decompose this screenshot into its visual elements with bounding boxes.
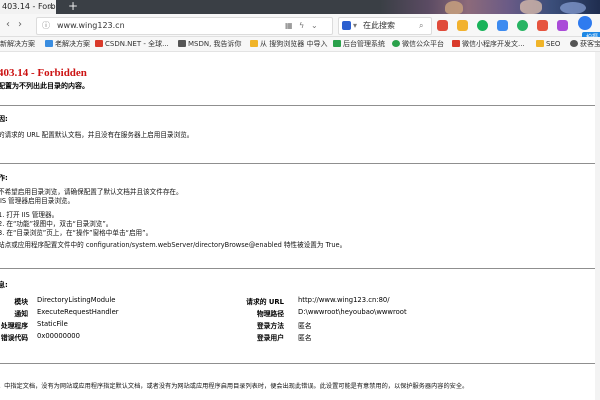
wechat-icon — [392, 40, 400, 47]
bookmark-item[interactable]: 老解决方案 — [45, 37, 90, 51]
bookmark-folder-icon — [45, 40, 53, 47]
detail-label-error-code: 错误代码 — [0, 334, 28, 342]
divider — [0, 363, 600, 364]
divider — [0, 163, 600, 164]
bookmark-label: 微信小程序开发文... — [462, 40, 525, 48]
section-line: 3. 在“目录浏览”页上，在“操作”窗格中单击“启用”。 — [0, 229, 153, 237]
wechat-icon[interactable] — [477, 20, 488, 31]
new-tab-button[interactable]: + — [67, 0, 79, 14]
section-heading: 息: — [0, 281, 8, 289]
detail-value-error-code: 0x00000000 — [37, 332, 80, 340]
extension-red-icon[interactable] — [537, 20, 548, 31]
forward-icon[interactable]: › — [14, 14, 26, 36]
cloud-account-icon[interactable] — [578, 16, 592, 30]
tab-403-forbidden[interactable]: 403.14 - Forbidd × — [0, 0, 56, 14]
detail-value-module: DirectoryListingModule — [37, 296, 116, 304]
miniprogram-icon — [452, 40, 460, 47]
skin-character-figure — [560, 2, 586, 14]
section-line: IIS 管理器启用目录浏览。 — [0, 197, 75, 205]
bookmark-item[interactable]: 新解决方案 — [0, 37, 35, 51]
extension-red-icon[interactable] — [437, 20, 448, 31]
section-line: 站点或应用程序配置文件中的 configuration/system.webSe… — [0, 241, 347, 249]
section-heading: 因: — [0, 115, 8, 123]
bookmark-item[interactable]: 从 搜狗浏览器 中导入 — [250, 37, 327, 51]
detail-label-logon-user: 登录用户 — [256, 334, 284, 342]
divider — [0, 105, 600, 106]
bookmarks-bar: 新解决方案 老解决方案 CSDN.NET - 全球... MSDN, 我告诉你 … — [0, 37, 600, 52]
detail-label-requested-url: 请求的 URL — [246, 298, 284, 306]
bookmark-label: CSDN.NET - 全球... — [105, 40, 169, 48]
page-info-icon[interactable]: ⓘ — [42, 18, 50, 34]
bookmark-item[interactable]: MSDN, 我告诉你 — [178, 37, 242, 51]
search-engine-icon[interactable] — [342, 21, 351, 30]
search-placeholder[interactable]: 在此搜索 — [363, 18, 395, 34]
back-icon[interactable]: ‹ — [2, 14, 14, 36]
bookmark-item[interactable]: 微信小程序开发文... — [452, 37, 525, 51]
detail-label-logon-method: 登录方法 — [256, 322, 284, 330]
search-box[interactable]: ▾ 在此搜索 ⌕ — [338, 17, 432, 35]
bookmark-item[interactable]: 微信公众平台 — [392, 37, 444, 51]
address-bar[interactable]: ⓘ www.wing123.cn ▦ ϟ ⌄ — [36, 17, 333, 35]
detail-value-handler: StaticFile — [37, 320, 68, 328]
extension-green-icon[interactable] — [517, 20, 528, 31]
divider — [0, 268, 600, 269]
detail-value-notification: ExecuteRequestHandler — [37, 308, 119, 316]
footer-text: 。中指定文档，没有为网站或应用程序指定默认文档，或者没有为网站或应用程序启用目录… — [0, 383, 469, 390]
extension-purple-icon[interactable] — [557, 20, 568, 31]
skin-character-figure — [445, 1, 463, 14]
bookmark-label: 后台管理系统 — [343, 40, 385, 48]
vertical-scrollbar[interactable] — [595, 52, 600, 400]
qr-code-icon[interactable]: ▦ — [285, 18, 293, 34]
close-tab-icon[interactable]: × — [48, 0, 55, 14]
admin-icon — [333, 40, 341, 47]
browser-toolbar: ‹ › ⓘ www.wing123.cn ▦ ϟ ⌄ ▾ 在此搜索 ⌕ 拍摄上 — [0, 14, 600, 44]
url-text[interactable]: www.wing123.cn — [57, 18, 125, 34]
error-subtitle: 配置为不列出此目录的内容。 — [0, 82, 89, 90]
msdn-icon — [178, 40, 186, 47]
bookmark-item[interactable]: 获客宝 — [570, 37, 600, 51]
section-text: 的请求的 URL 配置默认文档，并且没有在服务器上启用目录浏览。 — [0, 131, 194, 139]
bookmark-site-icon — [570, 40, 578, 47]
bookmark-label: SEO — [546, 40, 561, 48]
extension-blue-icon[interactable] — [497, 20, 508, 31]
bookmark-label: 从 搜狗浏览器 中导入 — [260, 40, 328, 48]
bookmark-item[interactable]: CSDN.NET - 全球... — [95, 37, 169, 51]
bookmark-label: 老解决方案 — [55, 40, 90, 48]
bookmark-folder-icon — [536, 40, 544, 47]
bookmark-label: 新解决方案 — [0, 40, 35, 48]
bookmark-label: 获客宝 — [580, 40, 600, 48]
detail-label-module: 模块 — [14, 298, 28, 306]
skin-character-figure — [520, 0, 542, 14]
detail-value-physical-path: D:\wwwroot\heyoubao\wwwroot — [298, 308, 407, 316]
bookmark-label: MSDN, 我告诉你 — [188, 40, 242, 48]
error-title: 403.14 - Forbidden — [0, 67, 87, 79]
detail-label-notification: 通知 — [14, 310, 28, 318]
detail-value-logon-user: 匿名 — [298, 334, 312, 342]
csdn-icon — [95, 40, 103, 47]
bookmark-item[interactable]: SEO — [536, 37, 560, 51]
tab-strip: 403.14 - Forbidd × + — [0, 0, 600, 14]
dropdown-icon[interactable]: ⌄ — [311, 18, 318, 34]
bookmark-label: 微信公众平台 — [402, 40, 444, 48]
chevron-down-icon[interactable]: ▾ — [353, 18, 357, 34]
detail-value-logon-method: 匿名 — [298, 322, 312, 330]
lightning-icon[interactable]: ϟ — [299, 18, 304, 34]
search-icon[interactable]: ⌕ — [419, 18, 423, 34]
detail-value-requested-url: http://www.wing123.cn:80/ — [298, 296, 390, 304]
bookmark-folder-icon — [250, 40, 258, 47]
page-content: 403.14 - Forbidden 配置为不列出此目录的内容。 因: 的请求的… — [0, 52, 600, 400]
bookmark-item[interactable]: 后台管理系统 — [333, 37, 385, 51]
extension-yellow-icon[interactable] — [457, 20, 468, 31]
section-heading: 作: — [0, 174, 8, 182]
detail-label-handler: 处理程序 — [0, 322, 28, 330]
detail-label-physical-path: 物理路径 — [256, 310, 284, 318]
